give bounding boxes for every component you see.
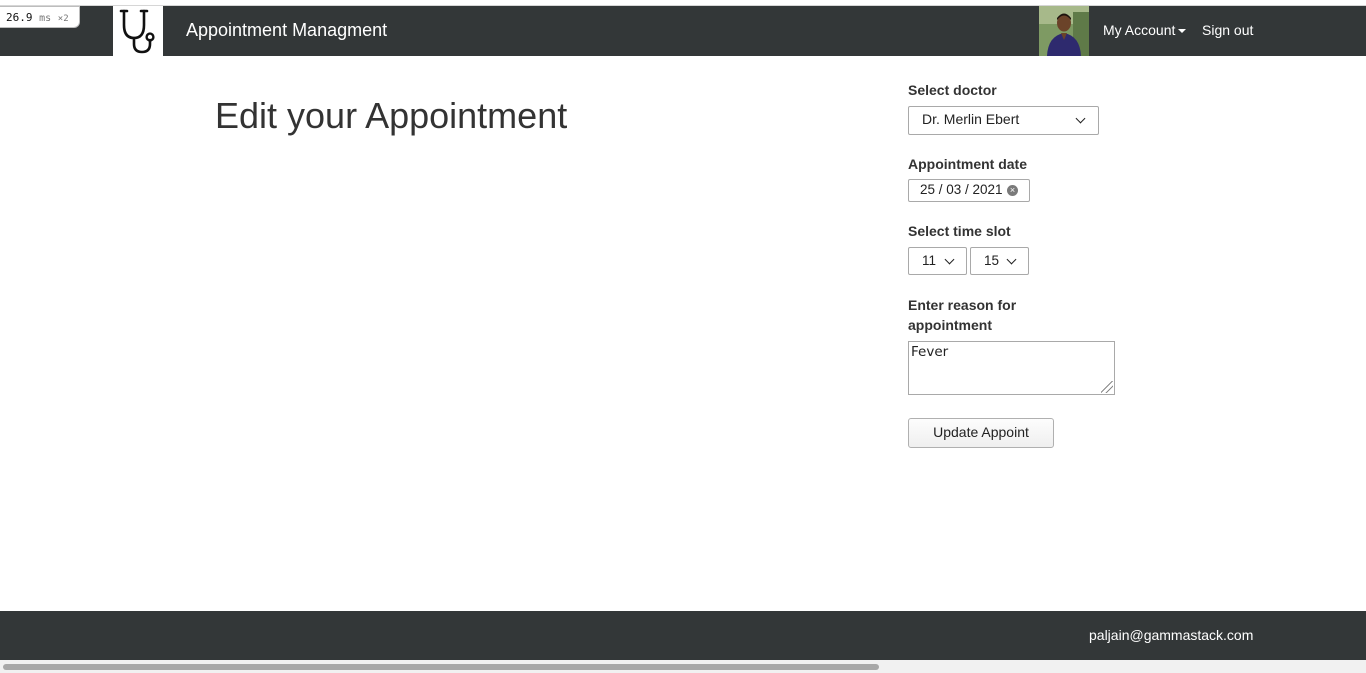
brand-title[interactable]: Appointment Managment <box>186 20 387 41</box>
user-avatar[interactable] <box>1039 6 1089 56</box>
chevron-down-icon <box>944 254 955 265</box>
update-appointment-button[interactable]: Update Appoint <box>908 418 1054 448</box>
horizontal-scrollbar[interactable] <box>0 660 1366 673</box>
resize-handle-icon[interactable] <box>1101 381 1113 393</box>
perf-multiplier: ×2 <box>57 14 69 24</box>
doctor-select-value: Dr. Merlin Ebert <box>922 111 1020 127</box>
my-account-dropdown[interactable]: My Account <box>1103 22 1187 38</box>
minute-select[interactable]: 15 <box>970 247 1029 275</box>
footer: paljain@gammastack.com <box>0 611 1366 660</box>
time-slot-label: Select time slot <box>908 223 1011 239</box>
doctor-label: Select doctor <box>908 82 997 98</box>
caret-down-icon <box>1178 29 1187 34</box>
doctor-select[interactable]: Dr. Merlin Ebert <box>908 106 1099 135</box>
chevron-down-icon <box>1006 254 1017 265</box>
chevron-down-icon <box>1075 113 1086 124</box>
reason-value: Fever <box>911 344 949 360</box>
perf-counter: 26.9 ms ×2 <box>0 6 80 28</box>
page-title: Edit your Appointment <box>215 95 568 136</box>
date-label: Appointment date <box>908 156 1027 172</box>
my-account-label: My Account <box>1103 22 1176 38</box>
date-value: 25 / 03 / 2021 <box>920 182 1003 197</box>
hour-select[interactable]: 11 <box>908 247 967 275</box>
footer-email: paljain@gammastack.com <box>1089 627 1254 643</box>
clear-date-icon[interactable]: × <box>1007 185 1018 196</box>
scrollbar-thumb[interactable] <box>3 664 879 670</box>
perf-unit: ms <box>39 13 52 24</box>
hour-value: 11 <box>922 253 937 268</box>
minute-value: 15 <box>984 253 1000 268</box>
top-navbar: Appointment Managment My Account Sign ou… <box>0 6 1366 56</box>
reason-textarea[interactable]: Fever <box>908 341 1115 395</box>
stethoscope-logo-icon[interactable] <box>113 6 163 56</box>
perf-value: 26.9 <box>6 11 33 24</box>
sign-out-link[interactable]: Sign out <box>1202 22 1253 38</box>
reason-label: Enter reason for appointment <box>908 297 1017 333</box>
